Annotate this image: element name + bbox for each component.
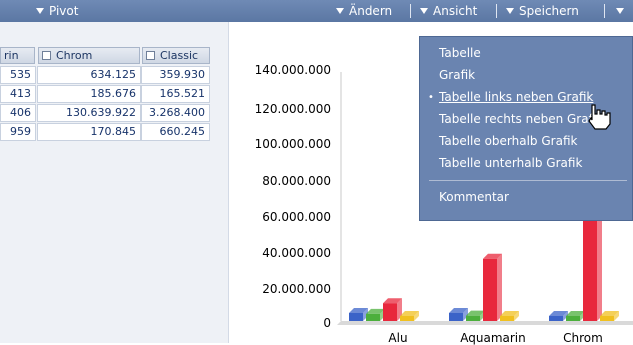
chart-floor	[337, 321, 633, 325]
expand-box-icon[interactable]	[42, 51, 51, 60]
ansicht-label: Ansicht	[433, 4, 478, 18]
table-cell: 185.676	[37, 85, 141, 103]
column-header-label: Chrom	[56, 49, 93, 62]
bar-alu-series-3	[383, 303, 397, 321]
table-cell: 959	[0, 123, 36, 141]
aendern-menu[interactable]: Ändern	[336, 0, 392, 22]
toolbar-separator	[604, 4, 605, 18]
toolbar-separator	[496, 4, 497, 18]
bar-aquamarin-series-4	[500, 316, 514, 321]
table-cell: 165.521	[141, 85, 210, 103]
menu-item-tabelle-rechts[interactable]: Tabelle rechts neben Grafik	[439, 112, 603, 126]
bar-chrom-series-2	[566, 316, 580, 321]
menu-divider	[429, 180, 627, 181]
column-header-label: rin	[4, 49, 19, 62]
selected-bullet-icon: •	[428, 92, 434, 103]
table-cell: 359.930	[141, 66, 210, 84]
dropdown-triangle-icon	[506, 8, 514, 14]
menu-item-tabelle[interactable]: Tabelle	[439, 46, 481, 60]
table-cell: 413	[0, 85, 36, 103]
dropdown-triangle-icon	[336, 8, 344, 14]
speichern-menu[interactable]: Speichern	[506, 0, 579, 22]
menu-item-tabelle-unterhalb[interactable]: Tabelle unterhalb Grafik	[439, 156, 582, 170]
table-cell: 170.845	[37, 123, 141, 141]
table-cell: 130.639.922	[37, 104, 141, 122]
toolbar-separator	[410, 4, 411, 18]
pivot-label: Pivot	[49, 4, 79, 18]
column-header-aquamarin[interactable]: rin	[0, 47, 35, 64]
menu-item-kommentar[interactable]: Kommentar	[439, 190, 509, 204]
table-cell: 3.268.400	[141, 104, 210, 122]
bar-side-aquamarin	[497, 253, 502, 321]
table-cell: 535	[0, 66, 36, 84]
expand-box-icon[interactable]	[146, 51, 155, 60]
ansicht-menu[interactable]: Ansicht	[420, 0, 477, 22]
bar-chrom-series-4	[600, 316, 614, 321]
bar-chrom-series-1	[549, 316, 563, 321]
bar-aquamarin-series-1	[449, 312, 463, 321]
column-header-chrom[interactable]: Chrom	[38, 47, 140, 64]
more-menu[interactable]	[616, 0, 629, 22]
bar-alu-series-2	[366, 313, 380, 321]
table-cell: 406	[0, 104, 36, 122]
dropdown-triangle-icon	[420, 8, 428, 14]
table-cell: 634.125	[37, 66, 141, 84]
hand-cursor-icon	[588, 104, 611, 130]
aendern-label: Ändern	[349, 4, 393, 18]
dropdown-triangle-icon	[616, 8, 624, 14]
toolbar: Pivot Ändern Ansicht Speichern	[0, 0, 633, 22]
bar-aquamarin-series-2	[466, 315, 480, 321]
pivot-menu[interactable]: Pivot	[36, 0, 78, 22]
menu-item-grafik[interactable]: Grafik	[439, 68, 475, 82]
table-cell: 660.245	[141, 123, 210, 141]
bar-aquamarin-series-3	[483, 258, 497, 321]
column-header-label: Classic	[160, 49, 199, 62]
menu-item-tabelle-links[interactable]: Tabelle links neben Grafik	[439, 90, 593, 104]
column-header-classic[interactable]: Classic	[142, 47, 210, 64]
dropdown-triangle-icon	[36, 8, 44, 14]
speichern-label: Speichern	[519, 4, 579, 18]
bar-alu-series-1	[349, 312, 363, 321]
pivot-table-panel: rin Chrom Classic 535 634.125 359.930 41…	[0, 22, 229, 343]
bar-alu-series-4	[400, 316, 414, 321]
menu-item-tabelle-oberhalb[interactable]: Tabelle oberhalb Grafik	[439, 134, 577, 148]
